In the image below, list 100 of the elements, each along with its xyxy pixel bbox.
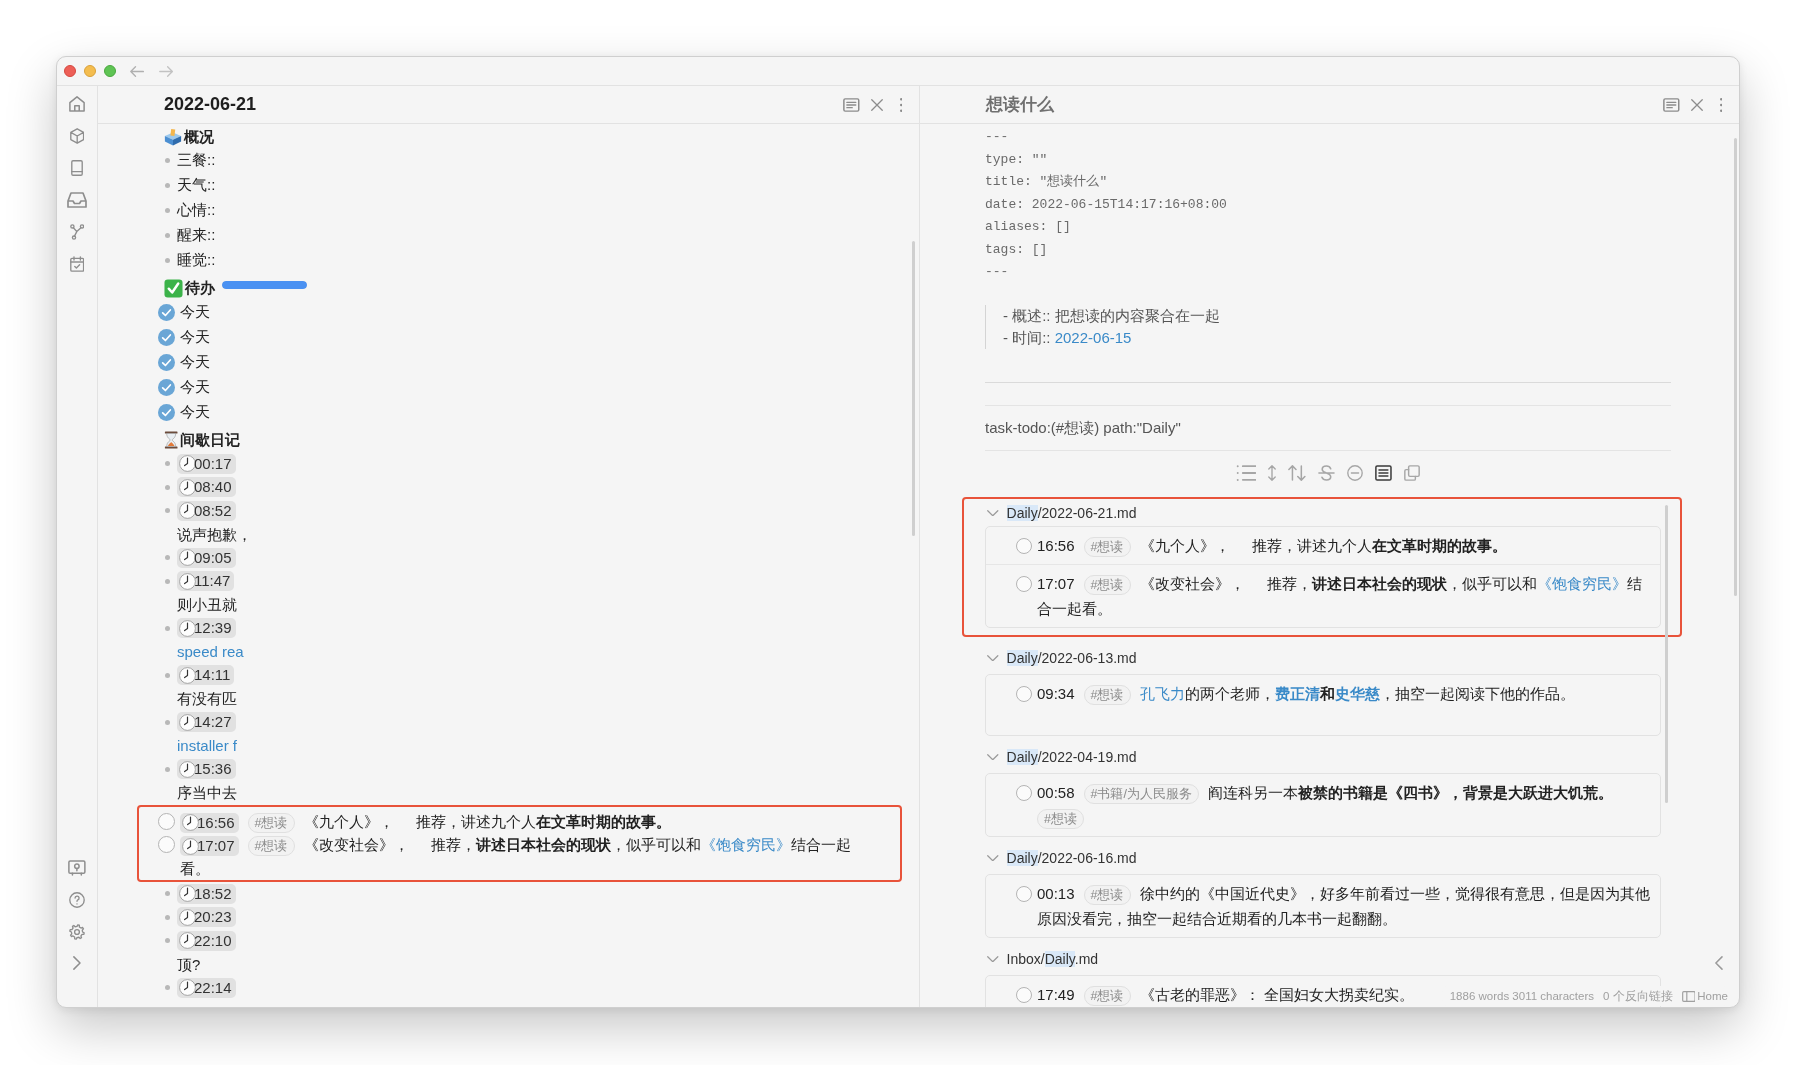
back-arrow-icon[interactable] [130, 65, 145, 77]
close-icon[interactable] [870, 98, 883, 111]
file-path[interactable]: Inbox/Daily.md [1006, 951, 1099, 967]
bullet-icon [165, 208, 170, 213]
task-checkbox[interactable] [158, 354, 175, 371]
task-checkbox[interactable] [158, 404, 175, 421]
time-label: 09:05 [194, 547, 232, 568]
inbox-icon[interactable] [67, 192, 87, 208]
entry-text: 则小丑就 [177, 596, 237, 613]
entry-text: 顶? [177, 955, 201, 973]
task-checkbox[interactable] [158, 812, 175, 830]
graph-icon[interactable] [69, 224, 85, 240]
clock-icon [179, 549, 196, 567]
property-text: 三餐:: [177, 151, 216, 170]
date-link[interactable]: 2022-06-15 [1054, 329, 1132, 346]
bullet-icon [165, 914, 170, 920]
task-text: 00:13 #想读 徐中约的《中国近代史》，好多年前看过一些，觉得很有意思，但是因为其他原因没看完，抽空一起结合近期看的几本书一起翻翻。 [1037, 884, 1651, 929]
time-label: 08:52 [194, 500, 232, 521]
chevron-down-icon[interactable] [987, 753, 999, 761]
task-checkbox[interactable] [1016, 784, 1032, 801]
sort-arrows-icon[interactable] [1288, 465, 1307, 481]
task-checkbox[interactable] [1016, 685, 1032, 702]
file-path[interactable]: Daily/2022-04-19.md [1006, 749, 1137, 765]
inline-link[interactable]: 孔飞力 [1139, 685, 1185, 702]
time-label: 14:11 [194, 665, 231, 686]
clock-icon [179, 478, 196, 496]
help-icon[interactable] [69, 892, 85, 908]
clock-icon [179, 572, 196, 590]
clock-icon [179, 666, 196, 684]
tag-link[interactable]: #想读 [1083, 537, 1131, 558]
task-text: 16:56 #想读 《九个人》， 推荐，讲述九个人在文革时期的故事。 [1037, 533, 1651, 558]
clock-icon [182, 814, 199, 832]
task-text: 09:34 #想读 孔飞力的两个老师，费正清和史华慈，抽空一起阅读下他的作品。 [1037, 681, 1651, 706]
bullet-icon [165, 672, 170, 678]
close-icon[interactable] [1690, 98, 1703, 111]
tag-link[interactable]: #想读 [1083, 575, 1131, 596]
cube-icon[interactable] [69, 128, 85, 144]
forward-arrow-icon[interactable] [159, 65, 174, 77]
task-checkbox[interactable] [1016, 885, 1032, 902]
file-path[interactable]: Daily/2022-06-13.md [1006, 650, 1137, 666]
backlink-count[interactable]: 0 个反向链接 [1602, 988, 1673, 1004]
scrollbar-thumb[interactable] [1734, 138, 1737, 596]
copy-icon[interactable] [1404, 465, 1421, 481]
chevron-down-icon[interactable] [987, 509, 999, 517]
vertical-arrows-icon[interactable] [1268, 465, 1277, 481]
tag-link[interactable]: #想读 [1083, 986, 1131, 1007]
home-link[interactable]: Home [1681, 990, 1728, 1002]
inline-link[interactable]: 《饱食穷民》 [1536, 575, 1627, 592]
more-icon[interactable] [899, 97, 902, 112]
task-checkbox[interactable] [1016, 575, 1032, 592]
zoom-window-button[interactable] [104, 65, 116, 77]
scrollbar-thumb[interactable] [1665, 505, 1668, 803]
minimize-window-button[interactable] [84, 65, 96, 77]
inline-link[interactable]: 史华慈 [1334, 685, 1380, 702]
home-icon[interactable] [69, 96, 85, 112]
chevron-right-icon[interactable] [73, 956, 81, 970]
task-checkbox[interactable] [158, 379, 175, 396]
book-icon[interactable] [71, 160, 83, 176]
chevron-left-icon[interactable] [1715, 956, 1723, 970]
minus-circle-icon[interactable] [1347, 465, 1364, 481]
document-icon[interactable] [1375, 465, 1393, 481]
close-window-button[interactable] [64, 65, 76, 77]
strikethrough-icon[interactable] [1318, 465, 1336, 481]
entry-link[interactable]: installer f [177, 737, 238, 754]
task-checkbox[interactable] [158, 304, 175, 321]
scrollbar-thumb[interactable] [912, 241, 915, 536]
entry-link[interactable]: speed rea [177, 643, 244, 660]
tag-link[interactable]: #想读 [1083, 885, 1131, 906]
bullet-icon [165, 578, 170, 584]
task-text: 16:56 #想读 《九个人》， 推荐，讲述九个人在文革时期的故事。 [180, 809, 858, 833]
inline-link[interactable]: 《饱食穷民》 [700, 836, 791, 853]
calendar-check-icon[interactable] [69, 256, 85, 272]
chevron-down-icon[interactable] [987, 854, 999, 862]
task-checkbox[interactable] [1016, 537, 1032, 554]
word-count: 1886 words 3011 characters [1449, 990, 1594, 1002]
task-checkbox[interactable] [1016, 986, 1032, 1003]
safe-icon[interactable] [68, 860, 86, 876]
inline-link[interactable]: 费正清 [1274, 685, 1320, 702]
tag-link[interactable]: #书籍/为人民服务 [1083, 784, 1199, 805]
reading-view-icon[interactable] [842, 97, 860, 112]
tag-link[interactable]: #想读 [247, 812, 295, 833]
bullet-icon [165, 891, 170, 897]
more-icon[interactable] [1719, 97, 1722, 112]
list-icon[interactable] [1235, 465, 1257, 481]
clock-icon [179, 908, 196, 926]
property-text: 天气:: [177, 176, 216, 195]
tag-link[interactable]: #想读 [1037, 809, 1084, 830]
task-checkbox[interactable] [158, 329, 175, 346]
file-path[interactable]: Daily/2022-06-16.md [1006, 850, 1137, 866]
entry-text: 序当中去 [177, 784, 237, 801]
task-checkbox[interactable] [158, 836, 175, 854]
tag-link[interactable]: #想读 [247, 836, 295, 857]
file-path[interactable]: Daily/2022-06-21.md [1006, 505, 1137, 521]
chevron-down-icon[interactable] [987, 654, 999, 662]
tag-link[interactable]: #想读 [1083, 685, 1131, 706]
reading-view-icon[interactable] [1662, 97, 1680, 112]
time-label: 17:07 [197, 836, 235, 857]
frontmatter-line: type: "" [985, 150, 1049, 169]
chevron-down-icon[interactable] [987, 955, 999, 963]
settings-icon[interactable] [69, 924, 85, 940]
